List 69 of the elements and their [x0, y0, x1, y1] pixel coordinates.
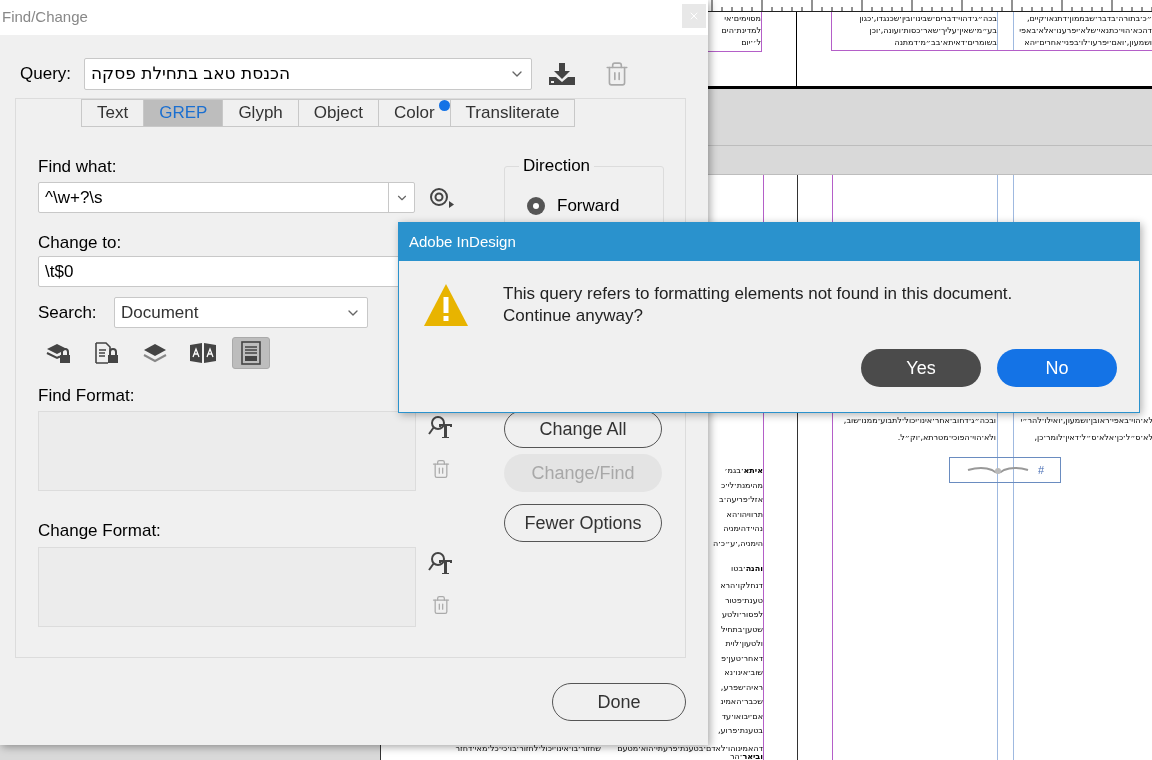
query-label: Query:: [20, 63, 73, 86]
document-text-line: לפסור·ולטע: [722, 609, 763, 621]
find-format-label: Find Format:: [38, 386, 135, 406]
warning-icon: [423, 283, 469, 327]
change-to-label: Change to:: [38, 233, 122, 253]
ornament-icon: [965, 464, 1030, 476]
tab[interactable]: Text: [81, 99, 145, 127]
find-what-field[interactable]: ^\w+?\s: [38, 182, 415, 213]
document-text-line: מסוימים·אי: [724, 13, 761, 25]
open-book-icon: [188, 341, 218, 365]
radio-label: Forward: [557, 195, 620, 217]
format-search-icon[interactable]: [428, 551, 454, 575]
document-text-line: שוב·אינו·נא: [724, 667, 763, 679]
document-text-line: נהי·דהימניה: [723, 523, 763, 535]
tab[interactable]: Glyph: [223, 99, 299, 127]
document-text-line: אזל·פריעה·ב: [719, 494, 763, 506]
document-text-line: דנחלקו·הרא: [720, 580, 763, 592]
document-text-line: מהימנת·לי·כ: [721, 479, 763, 492]
search-label: Search:: [38, 301, 98, 324]
document-text-line: בשומרים·דאיתא·בב״מ·דמתנה: [894, 37, 997, 49]
document-text-line: ״כ·בתורה·בדבר·שבממון·דתנאו·קיים,: [1026, 13, 1152, 25]
search-dropdown[interactable]: Document: [114, 297, 368, 328]
tab[interactable]: Color: [378, 99, 451, 127]
document-text-line: לא·ס״ל·כן·אלא·ס״ל·דאין·לומר·כן,: [1034, 432, 1152, 444]
layers-icon: [141, 341, 169, 365]
dialog-title: Find/Change: [2, 7, 88, 28]
alert-title: Adobe InDesign: [409, 231, 516, 252]
document-text-line: דהאמינוהו·לאדם·בטענת·פרעתי·הוא·מטעם: [617, 743, 763, 755]
document-text-line: ושמעון,·ואם·יפרעו·לו·בפני·אחרים·יהא: [1024, 37, 1152, 49]
action-button[interactable]: Fewer Options: [504, 504, 662, 542]
format-search-icon[interactable]: [428, 415, 454, 439]
alert-message: Continue anyway?: [503, 305, 644, 327]
change-format-label: Change Format:: [38, 521, 161, 541]
document-text-line: למדינת·הים: [721, 25, 761, 37]
document-text-line: ראיה·שפרע,: [720, 681, 763, 694]
locked-document-icon: [93, 341, 121, 365]
alert-message: This query refers to formatting elements not found in this document.: [503, 283, 1013, 305]
radio-button[interactable]: [527, 196, 545, 215]
document-text-line: והנה·בטו: [731, 563, 763, 575]
document-text-line: טענת·פטור: [724, 594, 763, 607]
tab[interactable]: Transliterate: [450, 99, 576, 127]
document-text-line: שטען·בתחיל: [720, 623, 763, 636]
save-query-icon[interactable]: [548, 62, 576, 86]
document-text-line: בכה״ג·דהוי·דברים·שבינו·ובין·שכנגדו,·כגון: [859, 13, 997, 25]
alert-button[interactable]: No: [997, 349, 1117, 387]
document-text-line: לא·הוי·באפי·ראובן·ושמעון,·ואילו·להר״י: [1020, 415, 1152, 427]
document-text-line: איתא·בגמ׳: [724, 465, 763, 477]
find-what-label: Find what:: [38, 157, 117, 177]
query-dropdown[interactable]: הכנסת טאב בתחילת פסקה: [84, 58, 532, 90]
document-text-line: בטענת·פרוע,: [717, 725, 763, 737]
document-text-line: אם·יבואו·עד: [721, 710, 763, 723]
document-text-line: ובכה״ג·דחוב·אחר·אינו·יכול·לתבוע·ממנו·שוב,: [843, 415, 996, 427]
special-characters-icon[interactable]: [429, 186, 455, 209]
document-text-line: ולא·הוי·הפוכי·מטרתא,·וק״ל.: [897, 432, 996, 444]
document-text-line: דאחר·טען·פ: [721, 652, 763, 665]
anchor-mark: #: [1037, 462, 1045, 478]
document-text-line: שחזור·בו·אינו·יכול·לחזור·בו·כי·כל·מאי·דחזר: [455, 743, 601, 755]
tab[interactable]: Object: [298, 99, 379, 127]
document-text-line: ל׳·יום: [741, 37, 761, 49]
search-option-toggle[interactable]: [232, 337, 270, 369]
document-text-line: ולטעון·לוית: [725, 638, 763, 650]
document-text-line: דהכא·הוי·כתנאי·שלא·יפרענו·אלא·באפי: [1019, 25, 1152, 37]
page-footnote-icon: [240, 341, 262, 365]
document-text-line: שכבר·האמינ: [720, 696, 763, 708]
alert-button[interactable]: Yes: [861, 349, 981, 387]
locked-layers-icon: [45, 341, 73, 365]
document-text-line: תרוויהו·הא: [726, 508, 763, 521]
document-text-line: הימניה,·ע״כ·ה: [713, 537, 763, 550]
document-text-line: בע״מ·שאין·עליך·שאר·כסות·ועונה,·וכן: [869, 25, 997, 37]
